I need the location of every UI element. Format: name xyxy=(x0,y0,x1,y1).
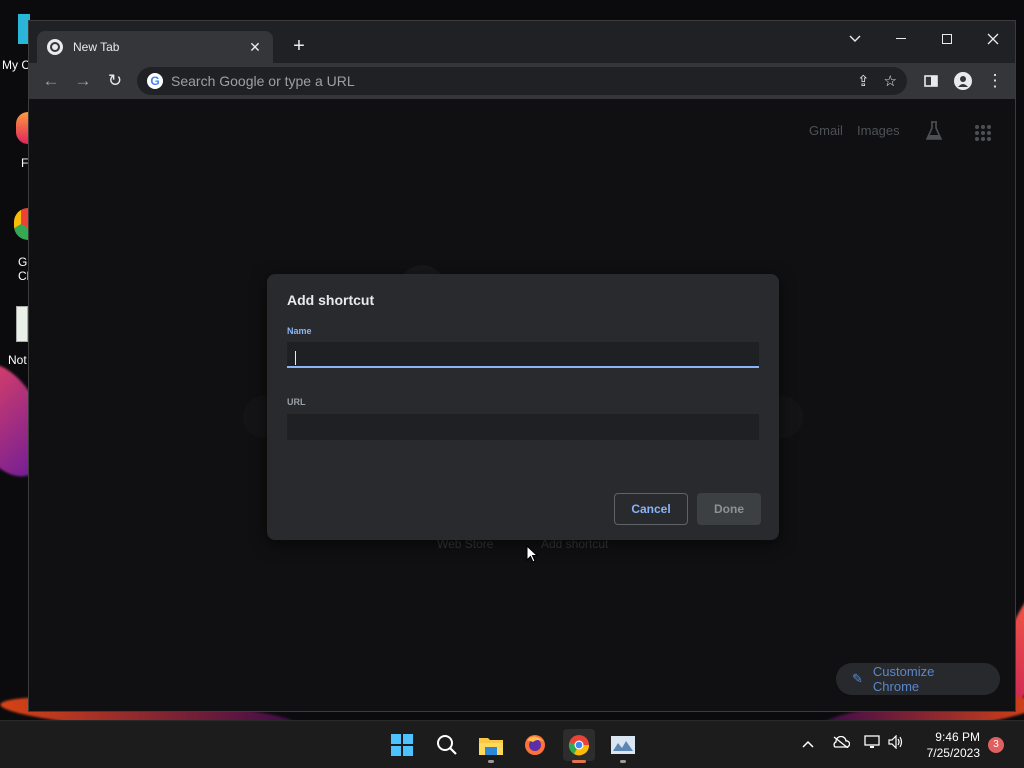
running-indicator xyxy=(572,760,586,763)
pencil-icon: ✎ xyxy=(852,671,863,686)
share-icon[interactable]: ⇪ xyxy=(857,72,870,90)
dialog-title: Add shortcut xyxy=(287,292,375,308)
chrome-window: New Tab ✕ + ← → ↻ G ⇪ ☆ ⋮ xyxy=(28,20,1016,712)
chrome-shortcut-icon[interactable] xyxy=(14,208,28,240)
customize-chrome-button[interactable]: ✎ Customize Chrome xyxy=(836,663,1000,695)
mouse-cursor-icon xyxy=(526,545,538,563)
running-indicator xyxy=(488,760,494,763)
customize-chrome-label: Customize Chrome xyxy=(872,664,935,694)
url-field-label: URL xyxy=(287,397,306,407)
back-arrow-icon[interactable]: ← xyxy=(39,69,63,93)
file-explorer-icon[interactable] xyxy=(475,729,507,763)
clock-time: 9:46 PM xyxy=(935,730,980,744)
profile-avatar-icon[interactable] xyxy=(951,69,975,93)
tab-new-tab[interactable]: New Tab ✕ xyxy=(37,31,273,63)
name-field[interactable] xyxy=(287,342,759,368)
kebab-menu-icon[interactable]: ⋮ xyxy=(983,69,1007,93)
show-hidden-icons-chevron[interactable] xyxy=(802,735,814,751)
maximize-button[interactable] xyxy=(924,25,970,53)
toolbar: ← → ↻ G ⇪ ☆ ⋮ xyxy=(29,63,1015,99)
tab-title: New Tab xyxy=(73,40,120,54)
minimize-button[interactable] xyxy=(878,25,924,53)
chrome-icon xyxy=(47,39,63,55)
tab-search-chevron-icon[interactable] xyxy=(832,25,878,53)
notification-badge[interactable]: 3 xyxy=(988,737,1004,753)
clock-date: 7/25/2023 xyxy=(926,746,980,760)
bookmark-star-icon[interactable]: ☆ xyxy=(884,72,897,90)
network-icon[interactable] xyxy=(864,735,880,752)
name-field-label: Name xyxy=(287,326,312,336)
photos-app-icon[interactable] xyxy=(607,729,639,763)
text-caret xyxy=(295,351,296,365)
close-window-button[interactable] xyxy=(970,25,1015,53)
volume-icon[interactable] xyxy=(888,734,904,752)
firefox-shortcut-icon[interactable] xyxy=(16,112,28,144)
taskbar: 9:46 PM 7/25/2023 3 xyxy=(0,720,1024,768)
forward-arrow-icon[interactable]: → xyxy=(71,69,95,93)
firefox-icon[interactable] xyxy=(519,729,551,761)
system-clock[interactable]: 9:46 PM 7/25/2023 xyxy=(918,729,980,761)
new-tab-page: Gmail Images Web Store Add shortcut ✎ Cu… xyxy=(29,99,1015,711)
new-tab-button[interactable]: + xyxy=(287,35,311,59)
side-panel-icon[interactable] xyxy=(919,69,943,93)
notepad-shortcut-icon[interactable] xyxy=(16,306,28,342)
reload-icon[interactable]: ↻ xyxy=(103,69,127,93)
address-input[interactable] xyxy=(171,73,843,89)
google-g-icon: G xyxy=(147,73,163,89)
desktop-icon-label: Not xyxy=(8,353,27,367)
chrome-icon[interactable] xyxy=(563,729,595,763)
omnibox[interactable]: G ⇪ ☆ xyxy=(137,67,907,95)
onedrive-offline-icon[interactable] xyxy=(832,735,851,751)
cancel-button[interactable]: Cancel xyxy=(614,493,688,525)
url-field[interactable] xyxy=(287,414,759,440)
start-windows-icon[interactable] xyxy=(386,729,418,761)
done-button[interactable]: Done xyxy=(697,493,761,525)
add-shortcut-dialog: Add shortcut Name URL Cancel Done xyxy=(267,274,779,540)
search-icon[interactable] xyxy=(431,729,463,761)
desktop-icon-label: My C xyxy=(2,58,30,72)
tab-strip: New Tab ✕ + xyxy=(29,21,1015,63)
close-tab-icon[interactable]: ✕ xyxy=(247,39,263,56)
running-indicator xyxy=(620,760,626,763)
